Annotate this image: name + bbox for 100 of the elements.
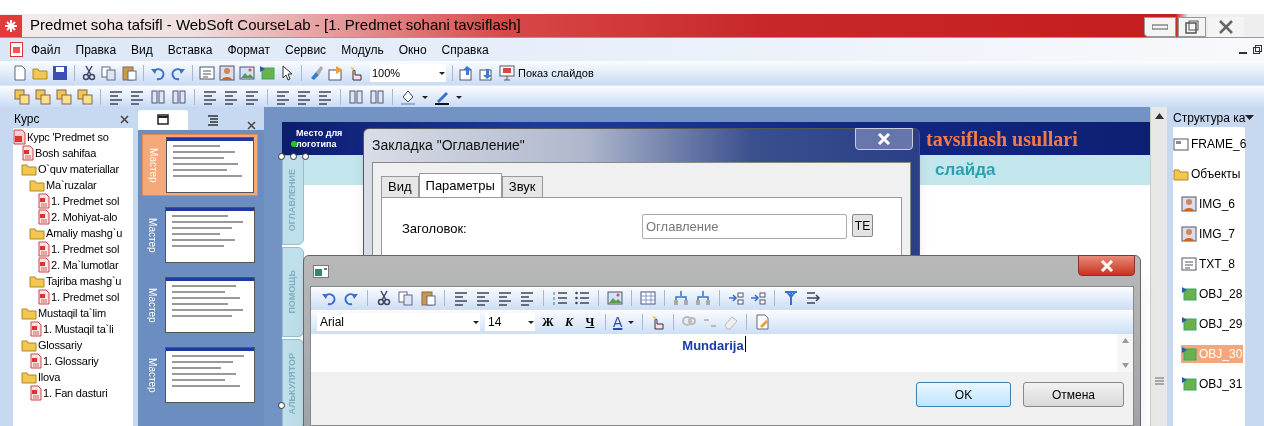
- panel-tab[interactable]: [138, 110, 188, 130]
- cut-icon[interactable]: [81, 65, 97, 81]
- vertical-scrollbar[interactable]: [1150, 107, 1167, 426]
- menu-item[interactable]: Вид: [131, 40, 153, 59]
- properties-icon[interactable]: [328, 65, 344, 81]
- bullet-list-icon[interactable]: [574, 290, 590, 306]
- tree-item[interactable]: Bosh sahifaa: [35, 144, 97, 162]
- new-document-icon[interactable]: [12, 65, 28, 81]
- distribute-icon[interactable]: [171, 88, 187, 105]
- align-icon[interactable]: [317, 88, 333, 105]
- indent-icon[interactable]: [750, 290, 766, 306]
- menu-item[interactable]: Модуль: [341, 40, 384, 59]
- mdi-minimize-icon[interactable]: [1239, 51, 1247, 54]
- minimize-button[interactable]: [1144, 17, 1176, 37]
- edit-source-icon[interactable]: [754, 314, 771, 330]
- close-button[interactable]: [1208, 17, 1244, 37]
- cut-icon[interactable]: [376, 290, 392, 306]
- redo-icon[interactable]: [170, 65, 186, 81]
- tree-item[interactable]: 1. Predmet sol: [51, 288, 120, 306]
- italic-button[interactable]: К: [561, 313, 577, 331]
- bold-button[interactable]: Ж: [540, 313, 556, 331]
- close-icon[interactable]: [247, 121, 256, 130]
- menu-item[interactable]: Сервис: [285, 40, 327, 59]
- tree-item[interactable]: Курс 'Predmet so: [27, 128, 109, 146]
- structure-item[interactable]: FRAME_6: [1173, 135, 1248, 153]
- tree-item[interactable]: Amaliy mashg`u: [46, 224, 123, 242]
- menu-item[interactable]: Формат: [227, 40, 271, 59]
- hierarchy-icon[interactable]: [673, 290, 689, 306]
- underline-button[interactable]: Ч: [582, 313, 598, 331]
- align-icon[interactable]: [108, 88, 124, 105]
- cancel-button[interactable]: Отмена: [1023, 382, 1124, 407]
- undo-icon[interactable]: [150, 65, 166, 81]
- menu-item[interactable]: Файл: [31, 40, 61, 59]
- align-icon[interactable]: [275, 88, 291, 105]
- numbered-list-icon[interactable]: [552, 290, 568, 306]
- undo-icon[interactable]: [321, 290, 337, 306]
- structure-item[interactable]: IMG_6: [1181, 195, 1236, 213]
- save-icon[interactable]: [52, 65, 68, 81]
- distribute-icon[interactable]: [369, 88, 385, 105]
- menu-item[interactable]: Окно: [398, 40, 427, 59]
- rotation-handle[interactable]: [291, 141, 297, 147]
- restore-button[interactable]: [1178, 17, 1206, 37]
- text-editor-button[interactable]: TE: [852, 214, 873, 237]
- dialog-tab[interactable]: Параметры: [418, 173, 502, 197]
- align-icon[interactable]: [497, 290, 513, 306]
- dialog-tab[interactable]: Вид: [381, 176, 419, 197]
- close-icon[interactable]: [120, 114, 129, 124]
- tree-item[interactable]: 2. Ma`lumotlar: [51, 256, 119, 274]
- font-dropdown[interactable]: Arial: [317, 313, 480, 331]
- dialog-tab[interactable]: Звук: [501, 176, 543, 197]
- align-icon[interactable]: [244, 88, 260, 105]
- structure-item[interactable]: IMG_7: [1181, 225, 1236, 243]
- indent-icon[interactable]: [728, 290, 744, 306]
- structure-item[interactable]: Объекты: [1173, 165, 1242, 183]
- close-button[interactable]: [1078, 255, 1135, 276]
- align-icon[interactable]: [475, 290, 491, 306]
- tree-item[interactable]: 1. Fan dasturi: [43, 384, 108, 402]
- tree-item[interactable]: 1. Mustaqil ta`li: [43, 320, 114, 338]
- hand-icon[interactable]: [348, 65, 364, 81]
- hand-icon[interactable]: [650, 314, 667, 330]
- layer-icon[interactable]: [35, 88, 51, 105]
- zoom-dropdown[interactable]: 100%: [370, 64, 446, 82]
- align-icon[interactable]: [129, 88, 145, 105]
- menu-item[interactable]: Правка: [75, 40, 117, 59]
- editor-scrollbar[interactable]: [1117, 334, 1133, 372]
- tree-item[interactable]: 1. Predmet sol: [51, 192, 120, 210]
- scroll-up-icon[interactable]: [1154, 113, 1164, 119]
- layer-icon[interactable]: [77, 88, 93, 105]
- editor-text[interactable]: Mundarija: [682, 336, 746, 352]
- tree-item[interactable]: Mustaqil ta`lim: [38, 304, 106, 322]
- text-box-icon[interactable]: [199, 65, 215, 81]
- tree-item[interactable]: Glossariy: [38, 336, 83, 354]
- dropdown-icon[interactable]: [1245, 115, 1255, 121]
- picture-icon[interactable]: [607, 290, 623, 306]
- menu-item[interactable]: Вставка: [167, 40, 213, 59]
- fill-color-icon[interactable]: [400, 88, 416, 105]
- brush-icon[interactable]: [308, 65, 324, 81]
- paste-icon[interactable]: [121, 65, 137, 81]
- menu-item[interactable]: Справка: [441, 40, 489, 59]
- distribute-icon[interactable]: [348, 88, 364, 105]
- table-icon[interactable]: [640, 290, 656, 306]
- align-icon[interactable]: [296, 88, 312, 105]
- font-size-dropdown[interactable]: 14: [485, 313, 535, 331]
- selection-handle[interactable]: [278, 402, 285, 409]
- align-icon[interactable]: [519, 290, 535, 306]
- picture-icon[interactable]: [239, 65, 255, 81]
- merge-icon[interactable]: [805, 290, 821, 306]
- tree-item[interactable]: Ilova: [38, 368, 61, 386]
- split-icon[interactable]: [783, 290, 799, 306]
- pointer-icon[interactable]: [279, 65, 295, 81]
- tree-item[interactable]: O`quv materiallar: [38, 160, 119, 178]
- paste-icon[interactable]: [420, 290, 436, 306]
- hierarchy-icon[interactable]: [695, 290, 711, 306]
- structure-item[interactable]: OBJ_28: [1181, 285, 1244, 303]
- align-icon[interactable]: [453, 290, 469, 306]
- copy-icon[interactable]: [398, 290, 414, 306]
- ok-button[interactable]: OK: [916, 382, 1011, 407]
- structure-item[interactable]: OBJ_31: [1181, 375, 1244, 393]
- mdi-restore-icon[interactable]: [1253, 45, 1262, 54]
- object-icon[interactable]: [259, 65, 275, 81]
